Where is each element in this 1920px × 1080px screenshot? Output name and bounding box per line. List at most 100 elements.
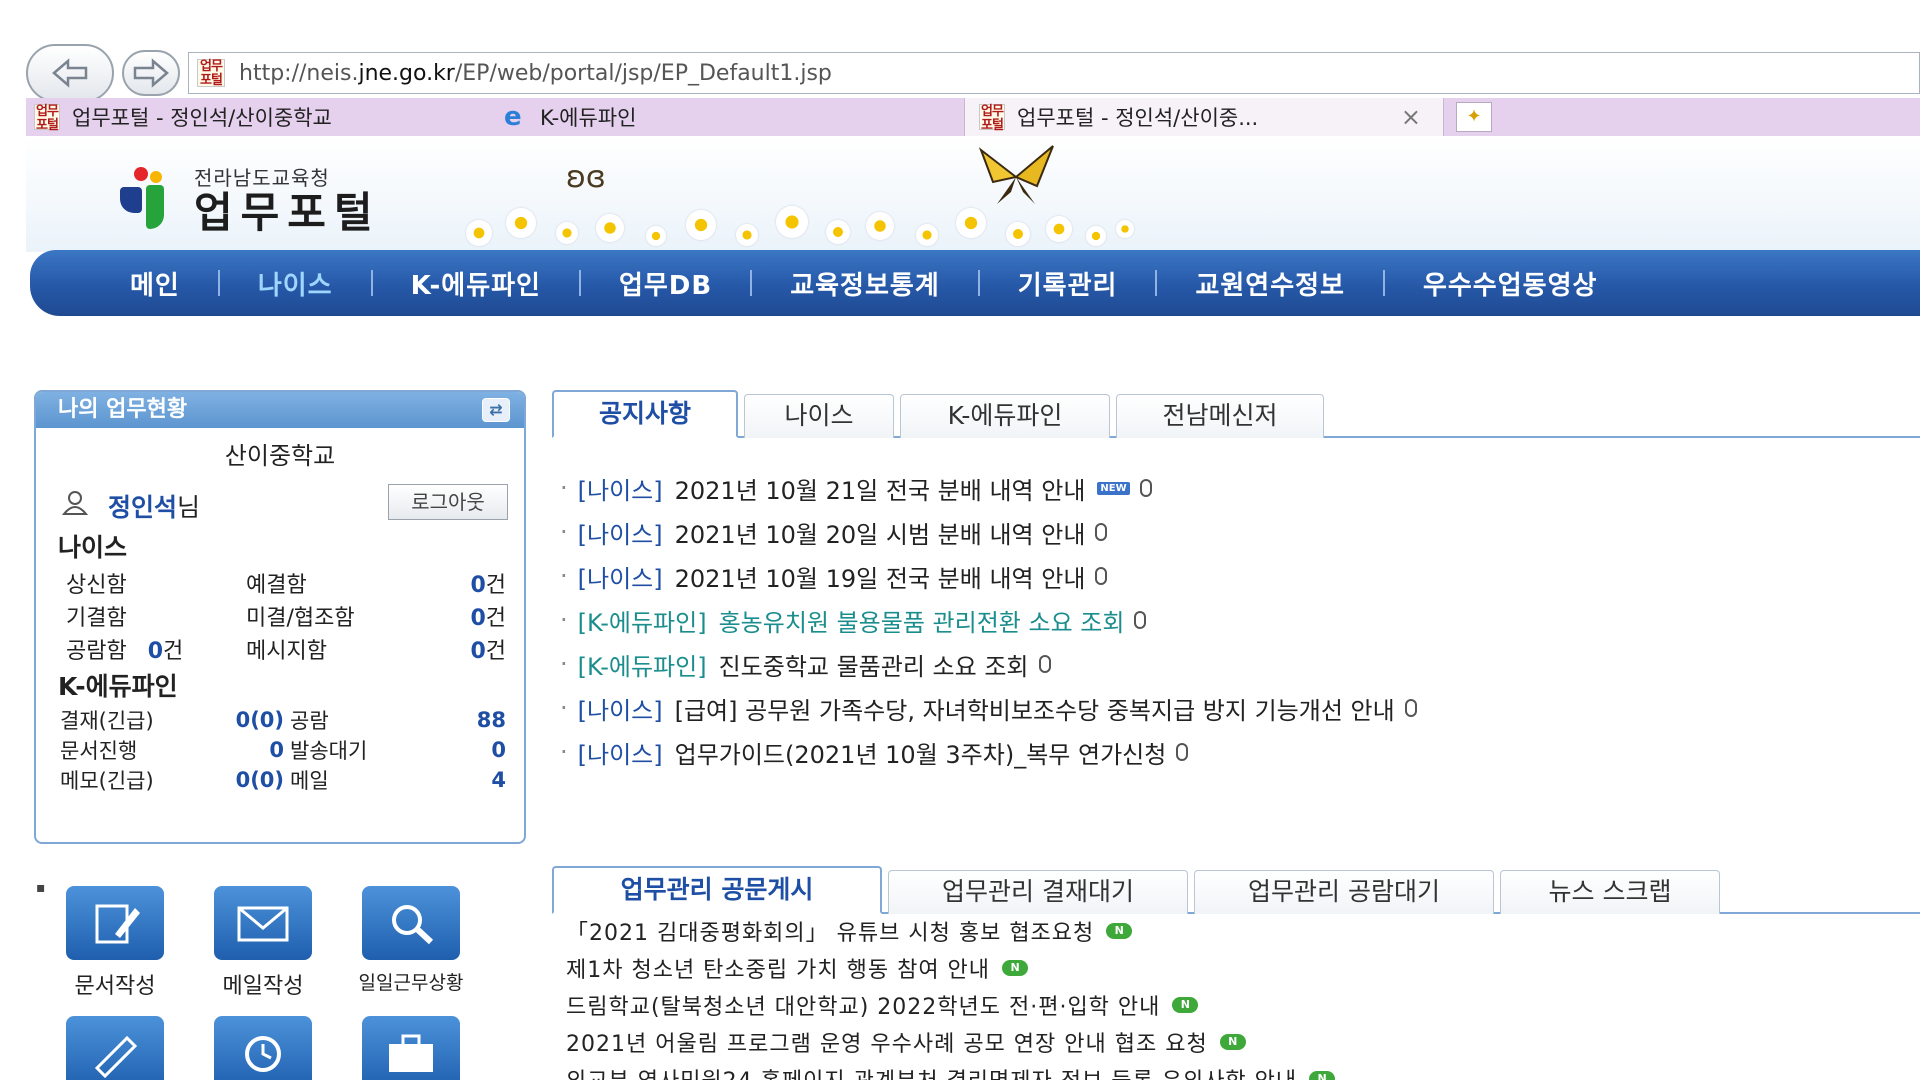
site-favicon-icon: 업무 포털 xyxy=(979,104,1005,133)
mail-icon xyxy=(214,886,312,960)
url-text[interactable]: http://neis.jne.go.kr/EP/web/portal/jsp/… xyxy=(239,61,832,86)
tab-notice[interactable]: 공지사항 xyxy=(552,390,738,438)
bullet: · xyxy=(560,650,568,678)
bullet: · xyxy=(560,474,568,502)
nav-item[interactable]: 우수수업동영상 xyxy=(1423,265,1597,302)
browser-tab-kedufine[interactable]: e K-에듀파인 xyxy=(504,98,964,136)
nav-item[interactable]: 기록관리 xyxy=(1018,265,1118,302)
quick-item-clock[interactable] xyxy=(188,1016,338,1080)
approved-box-link[interactable]: 기결함 xyxy=(66,600,246,632)
nav-item[interactable]: 교원연수정보 xyxy=(1195,265,1345,302)
count[interactable]: 0 xyxy=(470,606,485,631)
user-name[interactable]: 정인석님 xyxy=(108,488,200,524)
tab-messenger[interactable]: 전남메신저 xyxy=(1116,394,1324,438)
count[interactable]: 0(0) xyxy=(210,768,284,792)
new-indicator-icon: N xyxy=(1219,1033,1246,1050)
kedufine-section-title: K-에듀파인 xyxy=(58,672,178,701)
panel-title-text: 나의 업무현황 xyxy=(58,397,188,422)
new-indicator-icon: N xyxy=(1172,996,1199,1013)
document-progress-link[interactable]: 문서진행 xyxy=(60,735,210,765)
back-button[interactable] xyxy=(26,44,114,102)
attachment-clip-icon xyxy=(1134,611,1147,629)
notice-title[interactable]: 2021년 10월 21일 전국 분배 내역 안내 xyxy=(675,471,1086,506)
notice-item[interactable]: · [나이스] 업무가이드(2021년 10월 3주차)_복무 연가신청 xyxy=(560,730,1910,774)
notice-item[interactable]: · [나이스] 2021년 10월 19일 전국 분배 내역 안내 xyxy=(560,554,1910,598)
notice-title[interactable]: 진도중학교 물품관리 소요 조회 xyxy=(719,647,1029,682)
memo-urgent-link[interactable]: 메모(긴급) xyxy=(60,765,210,795)
nav-separator xyxy=(217,270,220,296)
unapproved-box-link[interactable]: 미결/협조함 xyxy=(246,600,446,632)
site-favicon-icon: 업무 포털 xyxy=(197,59,225,88)
user-honorific: 님 xyxy=(177,493,201,522)
notice-item[interactable]: · [K-에듀파인] 진도중학교 물품관리 소요 조회 xyxy=(560,642,1910,686)
quick-label: 문서작성 xyxy=(74,974,156,999)
quick-item-pen[interactable] xyxy=(40,1016,190,1080)
notice-item[interactable]: · [나이스] 2021년 10월 21일 전국 분배 내역 안내 NEW xyxy=(560,466,1910,510)
circulation-box-link[interactable]: 공람함 xyxy=(66,639,127,664)
attachment-clip-icon xyxy=(1139,479,1152,497)
message-box-link[interactable]: 메시지함 xyxy=(246,633,446,665)
approval-urgent-link[interactable]: 결재(긴급) xyxy=(60,705,210,735)
tab-circulation-waiting[interactable]: 업무관리 공람대기 xyxy=(1194,870,1494,914)
count[interactable]: 0(0) xyxy=(210,708,284,732)
count[interactable]: 0 xyxy=(148,639,163,664)
count[interactable]: 0 xyxy=(210,738,284,762)
new-tab-button[interactable]: ✦ xyxy=(1456,102,1492,132)
quick-daily-attendance[interactable]: 일일근무상황 xyxy=(336,886,486,995)
document-title[interactable]: 드림학교(탈북청소년 대안학교) 2022학년도 전·편·입학 안내 xyxy=(566,989,1160,1021)
notice-title[interactable]: 2021년 10월 19일 전국 분배 내역 안내 xyxy=(675,559,1086,594)
dispatch-waiting-link[interactable]: 발송대기 xyxy=(284,735,444,765)
notice-item[interactable]: · [나이스] 2021년 10월 20일 시범 분배 내역 안내 xyxy=(560,510,1910,554)
notice-title[interactable]: 2021년 10월 20일 시범 분배 내역 안내 xyxy=(675,515,1086,550)
document-item[interactable]: 「2021 김대중평화회의」 유튜브 시청 홍보 협조요청 N xyxy=(566,912,1916,949)
nav-item[interactable]: 나이스 xyxy=(258,265,333,302)
document-title[interactable]: 제1차 청소년 탄소중립 가치 행동 참여 안내 xyxy=(566,952,990,984)
notice-item[interactable]: · [K-에듀파인] 홍농유치원 불용물품 관리전환 소요 조회 xyxy=(560,598,1910,642)
submitted-box-link[interactable]: 상신함 xyxy=(66,567,246,599)
pending-box-link[interactable]: 예결함 xyxy=(246,567,446,599)
nav-item[interactable]: 교육정보통계 xyxy=(790,265,940,302)
address-bar[interactable]: 업무 포털 http://neis.jne.go.kr/EP/web/portal… xyxy=(188,52,1920,94)
user-row: 정인석님 로그아웃 xyxy=(36,480,524,530)
refresh-icon[interactable]: ⇄ xyxy=(482,398,510,422)
document-title[interactable]: 외교부 영사민원24 홈페이지 관계부처 결리면제자 정보 등록 유의사항 안내 xyxy=(566,1063,1297,1080)
circulation-link[interactable]: 공람 xyxy=(284,705,444,735)
notice-title[interactable]: [급여] 공무원 가족수당, 자녀학비보조수당 중복지급 방지 기능개선 안내 xyxy=(675,691,1395,726)
document-item[interactable]: 드림학교(탈북청소년 대안학교) 2022학년도 전·편·입학 안내 N xyxy=(566,986,1916,1023)
kedufine-row: 결재(긴급) 0(0) 공람 88 xyxy=(60,705,506,735)
nav-item[interactable]: K-에듀파인 xyxy=(411,265,541,302)
tab-news-scrap[interactable]: 뉴스 스크랩 xyxy=(1500,870,1720,914)
forward-button[interactable] xyxy=(122,50,180,96)
document-item[interactable]: 제1차 청소년 탄소중립 가치 행동 참여 안내 N xyxy=(566,949,1916,986)
count[interactable]: 0 xyxy=(444,738,506,762)
url-host: jne.go.kr xyxy=(358,60,455,86)
tab-approval-waiting[interactable]: 업무관리 결재대기 xyxy=(888,870,1188,914)
notice-title[interactable]: 업무가이드(2021년 10월 3주차)_복무 연가신청 xyxy=(675,735,1167,770)
count[interactable]: 4 xyxy=(444,768,506,792)
document-title[interactable]: 2021년 어울림 프로그램 운영 우수사례 공모 연장 안내 협조 요청 xyxy=(566,1026,1208,1058)
browser-tab-portal[interactable]: 업무 포털 업무포털 - 정인석/산이중학교 xyxy=(34,98,494,136)
count[interactable]: 88 xyxy=(444,708,506,732)
notice-item[interactable]: · [나이스] [급여] 공무원 가족수당, 자녀학비보조수당 중복지급 방지 기능… xyxy=(560,686,1910,730)
quick-write-document[interactable]: 문서작성 xyxy=(40,886,190,1000)
mail-link[interactable]: 메일 xyxy=(284,765,444,795)
close-tab-icon[interactable]: × xyxy=(1401,103,1421,131)
portal-logo[interactable]: 전라남도교육청 업무포털 xyxy=(116,162,381,235)
document-item[interactable]: 외교부 영사민원24 홈페이지 관계부처 결리면제자 정보 등록 유의사항 안내… xyxy=(566,1060,1916,1080)
nav-item[interactable]: 메인 xyxy=(130,265,180,302)
logout-button[interactable]: 로그아웃 xyxy=(388,484,508,520)
tab-neis[interactable]: 나이스 xyxy=(744,394,894,438)
browser-tab-active[interactable]: 업무 포털 업무포털 - 정인석/산이중... × xyxy=(964,98,1444,136)
quick-item-briefcase[interactable] xyxy=(336,1016,486,1080)
nav-separator xyxy=(977,270,980,296)
quick-write-mail[interactable]: 메일작성 xyxy=(188,886,338,1000)
document-item[interactable]: 2021년 어울림 프로그램 운영 우수사례 공모 연장 안내 협조 요청 N xyxy=(566,1023,1916,1060)
tab-kedufine[interactable]: K-에듀파인 xyxy=(900,394,1110,438)
clock-icon xyxy=(214,1016,312,1080)
tab-posted-documents[interactable]: 업무관리 공문게시 xyxy=(552,866,882,914)
count[interactable]: 0 xyxy=(470,573,485,598)
document-title[interactable]: 「2021 김대중평화회의」 유튜브 시청 홍보 협조요청 xyxy=(566,915,1094,947)
nav-item[interactable]: 업무DB xyxy=(619,265,712,302)
count[interactable]: 0 xyxy=(470,639,485,664)
notice-title[interactable]: 홍농유치원 불용물품 관리전환 소요 조회 xyxy=(719,603,1125,638)
